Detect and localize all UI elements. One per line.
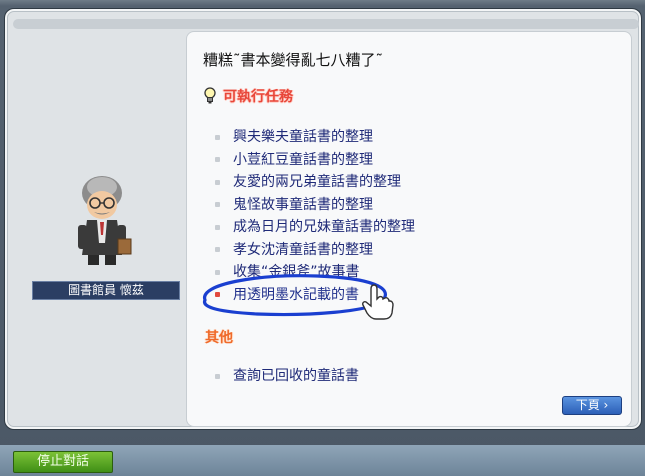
dialog-content-panel: 糟糕˜書本變得亂七八糟了˜ 可執行任務 興夫樂夫童話書的整理 小荳紅豆童話書的整…	[186, 31, 632, 427]
quest-item[interactable]: 成為日月的兄妹童話書的整理	[215, 216, 415, 239]
available-quests-header: 可執行任務	[203, 86, 293, 106]
other-item[interactable]: 查詢已回收的童話書	[215, 365, 359, 387]
next-page-button[interactable]: 下頁 ›	[562, 396, 622, 415]
lightbulb-icon	[204, 87, 216, 104]
bullet-icon	[215, 179, 220, 185]
quest-label: 友愛的兩兄弟童話書的整理	[233, 174, 401, 190]
quest-label: 鬼怪故事童話書的整理	[233, 196, 373, 213]
quest-item[interactable]: 孝女沈清童話書的整理	[215, 239, 415, 262]
hand-cursor-icon	[362, 284, 394, 320]
npc-panel: 圖書館員 懷茲	[13, 23, 183, 423]
stop-conversation-button[interactable]: 停止對話	[13, 451, 113, 473]
quest-item[interactable]: 小荳紅豆童話書的整理	[215, 149, 415, 172]
quest-item[interactable]: 友愛的兩兄弟童話書的整理	[215, 171, 415, 194]
game-window: 圖書館員 懷茲 糟糕˜書本變得亂七八糟了˜ 可執行任務 興夫樂夫童話書的整理 小…	[0, 0, 645, 476]
bullet-icon	[215, 202, 220, 208]
npc-name-label: 圖書館員 懷茲	[32, 281, 180, 300]
quest-item[interactable]: 鬼怪故事童話書的整理	[215, 194, 415, 217]
quest-label: 成為日月的兄妹童話書的整理	[233, 219, 415, 235]
other-item-label: 查詢已回收的童話書	[233, 368, 359, 384]
other-section-label: 其他	[205, 330, 233, 346]
librarian-npc-sprite	[78, 176, 132, 265]
bullet-icon	[215, 247, 220, 253]
quest-label: 興夫樂夫童話書的整理	[233, 129, 373, 145]
quest-label: 孝女沈清童話書的整理	[233, 241, 373, 258]
quest-item[interactable]: 興夫樂夫童話書的整理	[215, 126, 415, 149]
npc-dialog: 圖書館員 懷茲 糟糕˜書本變得亂七八糟了˜ 可執行任務 興夫樂夫童話書的整理 小…	[4, 8, 642, 430]
quest-label: 小荳紅豆童話書的整理	[233, 151, 373, 168]
bullet-icon	[215, 157, 220, 163]
bullet-icon	[215, 134, 220, 140]
other-list: 查詢已回收的童話書	[215, 365, 359, 387]
bullet-icon	[215, 373, 220, 379]
available-quests-label: 可執行任務	[223, 89, 293, 105]
dialog-title: 糟糕˜書本變得亂七八糟了˜	[203, 51, 384, 69]
bullet-icon	[215, 224, 220, 230]
